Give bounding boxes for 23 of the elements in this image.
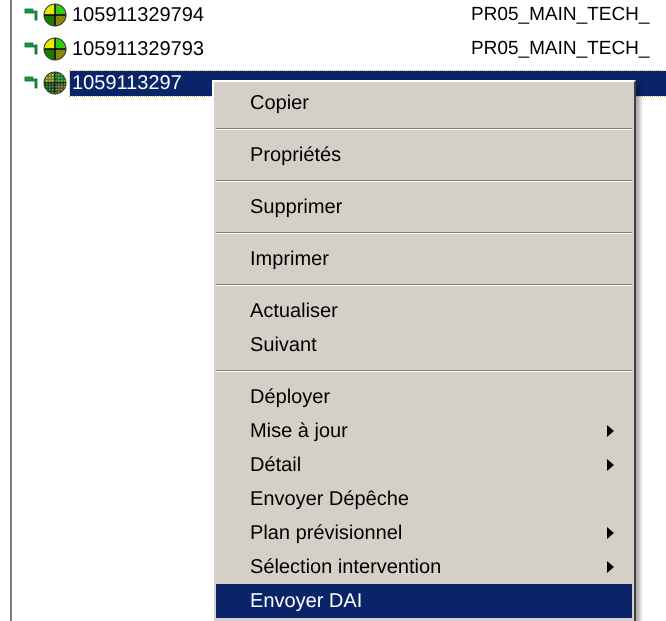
row-name: PR05_MAIN_TECH_ bbox=[471, 4, 650, 26]
menu-item[interactable]: Mise à jour bbox=[216, 414, 632, 448]
menu-item[interactable]: Suivant bbox=[216, 328, 632, 362]
menu-item[interactable]: Plan prévisionnel bbox=[216, 516, 632, 550]
menu-item[interactable]: Détail bbox=[216, 448, 632, 482]
row-id[interactable]: 105911329794 bbox=[70, 2, 310, 28]
menu-item[interactable]: Propriétés bbox=[216, 138, 632, 172]
menu-item[interactable]: Supprimer bbox=[216, 190, 632, 224]
status-ball-icon bbox=[43, 3, 67, 27]
menu-item[interactable]: Envoyer DAI bbox=[216, 584, 632, 618]
menu-item[interactable]: Actualiser bbox=[216, 294, 632, 328]
flag-icon bbox=[24, 76, 40, 90]
menu-item[interactable]: Envoyer Dépêche bbox=[216, 482, 632, 516]
menu-item[interactable]: Déployer bbox=[216, 380, 632, 414]
row-id[interactable]: 105911329793 bbox=[70, 36, 310, 62]
status-ball-icon bbox=[43, 37, 67, 61]
status-ball-icon bbox=[43, 71, 67, 95]
row-name: PR05_MAIN_TECH_ bbox=[471, 38, 650, 60]
flag-icon bbox=[24, 8, 40, 22]
flag-icon bbox=[24, 42, 40, 56]
menu-item[interactable]: Copier bbox=[216, 86, 632, 120]
menu-item[interactable]: Imprimer bbox=[216, 242, 632, 276]
menu-item[interactable]: Sélection intervention bbox=[216, 550, 632, 584]
